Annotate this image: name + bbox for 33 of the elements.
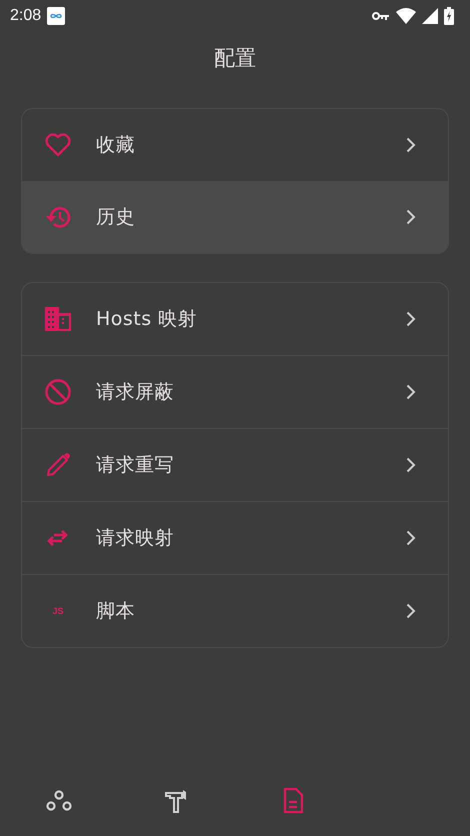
menu-label: 历史 <box>96 205 136 230</box>
menu-label: Hosts 映射 <box>96 307 198 332</box>
nodes-icon <box>46 790 72 812</box>
menu-label: 收藏 <box>96 133 136 158</box>
clock: 2:08 <box>10 7 42 25</box>
chevron-right-icon <box>406 137 416 153</box>
chevron-right-icon <box>406 457 416 473</box>
menu-row[interactable]: 历史 <box>22 181 448 253</box>
menu-label: 请求屏蔽 <box>96 380 175 405</box>
key-icon <box>372 11 390 21</box>
hammer-icon <box>164 789 186 813</box>
chevron-right-icon <box>406 384 416 400</box>
chevron-right-icon <box>406 530 416 546</box>
document-icon <box>282 788 302 814</box>
chevron-right-icon <box>406 209 416 225</box>
menu-label: 请求重写 <box>96 453 175 478</box>
battery-icon <box>444 7 454 25</box>
script-icon: JS <box>52 606 64 616</box>
prohibited-icon <box>45 379 71 405</box>
menu-label: 请求映射 <box>96 526 175 551</box>
heart-icon <box>45 133 71 157</box>
chevron-right-icon <box>406 311 416 327</box>
swap-arrows-icon <box>46 529 70 547</box>
page-title: 配置 <box>213 45 257 72</box>
menu-label: 脚本 <box>96 599 136 624</box>
wifi-icon <box>396 8 416 24</box>
menu-row[interactable]: Hosts 映射 <box>22 283 448 356</box>
history-icon <box>44 205 72 229</box>
infinity-icon <box>47 7 66 25</box>
building-icon <box>45 307 71 331</box>
pencil-icon <box>46 453 70 477</box>
signal-icon <box>422 8 438 24</box>
chevron-right-icon <box>406 603 416 619</box>
